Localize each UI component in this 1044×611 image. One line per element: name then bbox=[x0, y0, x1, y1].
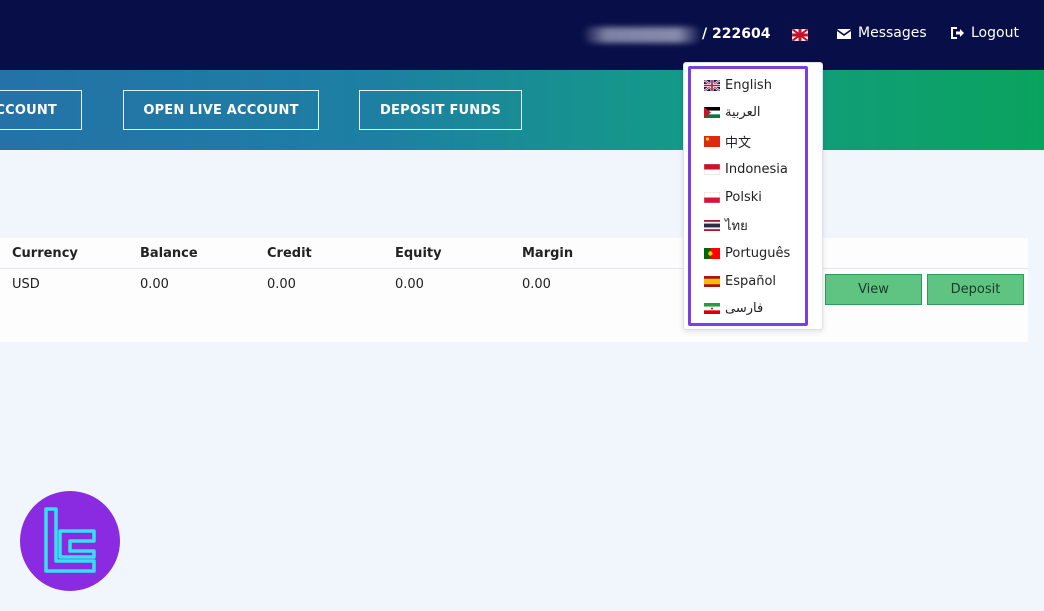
thailand-flag-icon bbox=[704, 219, 720, 231]
language-option-indonesia[interactable]: Indonesia bbox=[704, 159, 788, 179]
top-navbar: / 222604 Messages Logout bbox=[0, 0, 1044, 70]
language-option-portugues[interactable]: Português bbox=[704, 243, 790, 263]
open-live-account-button[interactable]: OPEN LIVE ACCOUNT bbox=[123, 90, 319, 130]
envelope-icon bbox=[837, 28, 851, 39]
account-number: / 222604 bbox=[702, 26, 771, 42]
indonesia-flag-icon bbox=[704, 163, 720, 175]
column-currency: Currency bbox=[12, 246, 78, 261]
brand-logo-icon bbox=[20, 491, 120, 591]
language-label: Español bbox=[725, 273, 777, 289]
portugal-flag-icon bbox=[704, 247, 720, 259]
poland-flag-icon bbox=[704, 191, 720, 203]
column-margin: Margin bbox=[522, 246, 574, 261]
cell-equity: 0.00 bbox=[395, 277, 424, 292]
uk-flag-icon[interactable] bbox=[792, 29, 808, 41]
column-balance: Balance bbox=[140, 246, 198, 261]
logout-icon bbox=[951, 27, 964, 39]
jordan-flag-icon bbox=[704, 106, 720, 118]
language-option-chinese[interactable]: 中文 bbox=[704, 131, 751, 151]
column-credit: Credit bbox=[267, 246, 312, 261]
language-label: Indonesia bbox=[725, 161, 788, 177]
column-equity: Equity bbox=[395, 246, 442, 261]
language-option-english[interactable]: English bbox=[704, 75, 772, 95]
language-label: English bbox=[725, 77, 772, 93]
language-label: Polski bbox=[725, 189, 762, 205]
spain-flag-icon bbox=[704, 275, 720, 287]
language-option-thai[interactable]: ไทย bbox=[704, 215, 748, 235]
accounts-table: Currency Balance Credit Equity Margin US… bbox=[0, 238, 1028, 342]
language-label: Português bbox=[725, 245, 791, 261]
deposit-button[interactable]: Deposit bbox=[927, 274, 1024, 305]
language-option-espanol[interactable]: Español bbox=[704, 271, 776, 291]
cell-credit: 0.00 bbox=[267, 277, 296, 292]
deposit-funds-button[interactable]: DEPOSIT FUNDS bbox=[359, 90, 522, 130]
language-label: ไทย bbox=[725, 218, 748, 234]
language-option-arabic[interactable]: العربية bbox=[704, 102, 761, 122]
messages-label: Messages bbox=[858, 25, 927, 41]
cell-balance: 0.00 bbox=[140, 277, 169, 292]
cell-margin: 0.00 bbox=[522, 277, 551, 292]
logout-label: Logout bbox=[971, 25, 1019, 41]
messages-link[interactable]: Messages bbox=[836, 25, 927, 41]
language-label: 中文 bbox=[725, 135, 752, 151]
blurred-account-id bbox=[582, 27, 702, 43]
action-banner: CCOUNT OPEN LIVE ACCOUNT DEPOSIT FUNDS bbox=[0, 70, 1044, 150]
language-option-farsi[interactable]: فارسی bbox=[704, 298, 763, 318]
uk-flag-icon bbox=[704, 79, 720, 91]
open-demo-account-button[interactable]: CCOUNT bbox=[0, 90, 82, 130]
language-label: فارسی bbox=[725, 300, 764, 316]
language-label: العربية bbox=[725, 104, 761, 120]
cell-currency: USD bbox=[12, 277, 40, 292]
logout-link[interactable]: Logout bbox=[949, 25, 1019, 41]
view-button[interactable]: View bbox=[825, 274, 922, 305]
iran-flag-icon bbox=[704, 302, 720, 314]
china-flag-icon bbox=[704, 135, 720, 147]
table-header: Currency Balance Credit Equity Margin bbox=[0, 238, 1028, 269]
language-option-polski[interactable]: Polski bbox=[704, 187, 762, 207]
